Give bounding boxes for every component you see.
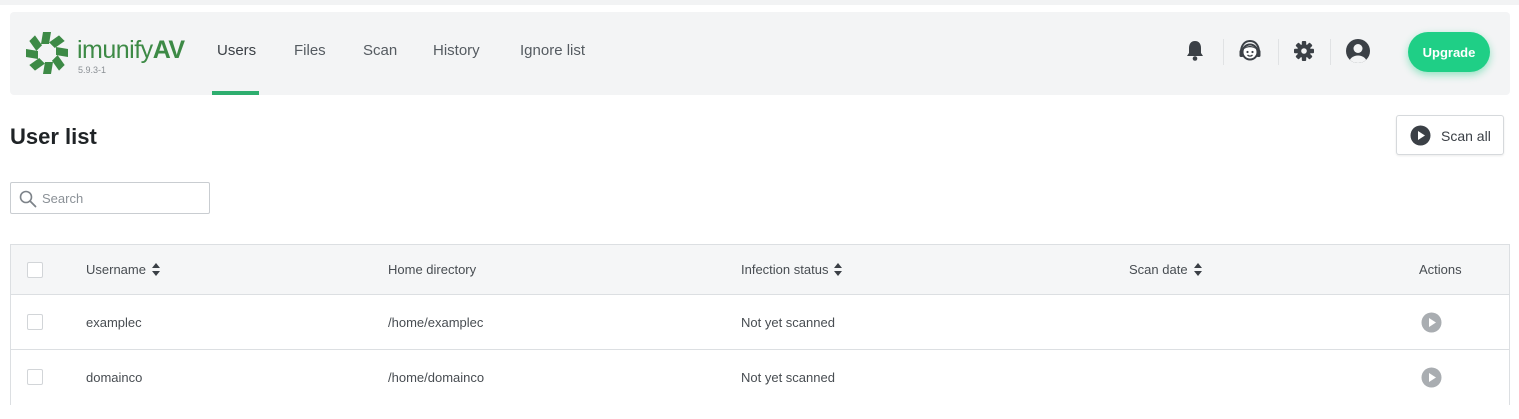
header-divider (1330, 39, 1331, 65)
logo-wordmark: imunifyAV (77, 37, 185, 63)
header-divider (1278, 39, 1279, 65)
gear-icon[interactable] (1291, 38, 1317, 64)
app-header: imunifyAV 5.9.3-1 Users Files Scan Histo… (10, 12, 1510, 95)
cell-infection-status: Not yet scanned (741, 315, 835, 330)
column-label: Infection status (741, 262, 829, 277)
sort-icon (151, 263, 160, 277)
user-account-icon[interactable] (1345, 38, 1371, 64)
upgrade-button[interactable]: Upgrade (1408, 32, 1490, 72)
scan-all-label: Scan all (1441, 128, 1491, 144)
table-row: examplec /home/examplec Not yet scanned (11, 295, 1509, 350)
column-header-scan-date[interactable]: Scan date (1129, 245, 1202, 295)
scan-all-button[interactable]: Scan all (1396, 115, 1504, 155)
cell-username: domainco (86, 370, 143, 385)
search-icon (19, 190, 37, 208)
nav-tab-users[interactable]: Users (217, 12, 256, 95)
cell-home-directory: /home/domainco (388, 370, 485, 385)
active-tab-indicator (212, 91, 259, 95)
logo-text-bold: AV (152, 36, 185, 64)
sort-icon (1193, 263, 1202, 277)
search-box (10, 182, 210, 214)
app-version: 5.9.3-1 (78, 65, 107, 75)
top-strip (0, 0, 1519, 5)
cell-username: examplec (86, 315, 142, 330)
row-checkbox[interactable] (27, 369, 43, 385)
bell-icon[interactable] (1182, 38, 1208, 64)
column-header-home-directory: Home directory (388, 262, 477, 277)
page-title: User list (10, 124, 97, 149)
column-header-username[interactable]: Username (86, 245, 160, 295)
column-label: Scan date (1129, 262, 1188, 277)
scan-user-button[interactable] (1421, 312, 1442, 333)
play-circle-icon (1421, 312, 1442, 333)
table-row: domainco /home/domainco Not yet scanned (11, 350, 1509, 405)
header-divider (1223, 39, 1224, 65)
sort-icon (834, 263, 843, 277)
nav-tab-history[interactable]: History (433, 12, 480, 95)
logo-text-light: imunify (77, 36, 153, 64)
user-table: Username Home directory Infection status… (10, 244, 1510, 405)
scan-user-button[interactable] (1421, 367, 1442, 388)
play-circle-icon (1410, 125, 1431, 146)
column-header-infection-status[interactable]: Infection status (741, 245, 843, 295)
select-all-checkbox[interactable] (27, 262, 43, 278)
nav-tab-ignore-list[interactable]: Ignore list (520, 12, 585, 95)
table-header: Username Home directory Infection status… (11, 245, 1509, 295)
row-checkbox[interactable] (27, 314, 43, 330)
column-label: Username (86, 262, 146, 277)
cell-home-directory: /home/examplec (388, 315, 484, 330)
support-agent-icon[interactable] (1237, 38, 1263, 64)
cell-infection-status: Not yet scanned (741, 370, 835, 385)
column-header-actions: Actions (1419, 262, 1462, 277)
imunify-logo-icon (26, 32, 68, 74)
nav-tab-files[interactable]: Files (294, 12, 326, 95)
imunify-logo[interactable]: imunifyAV 5.9.3-1 (24, 30, 194, 80)
search-input[interactable] (42, 188, 202, 208)
play-circle-icon (1421, 367, 1442, 388)
nav-tab-scan[interactable]: Scan (363, 12, 397, 95)
